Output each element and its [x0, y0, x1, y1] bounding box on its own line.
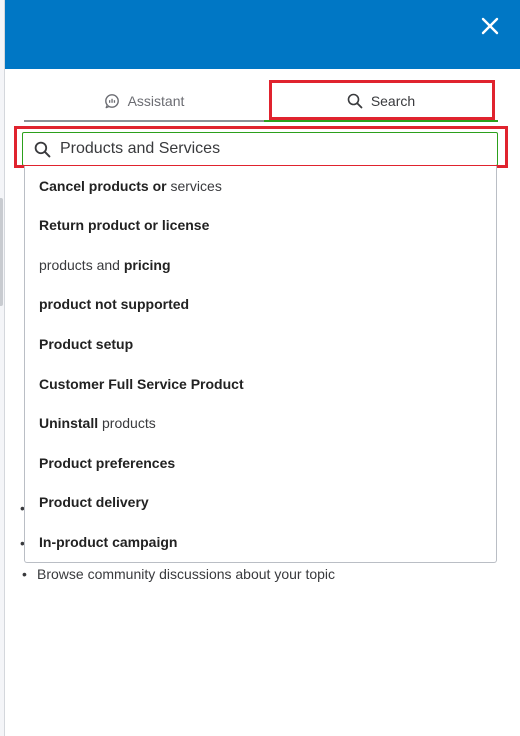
community-tip-text: Browse community discussions about your … — [37, 566, 336, 582]
close-icon — [481, 17, 499, 35]
tab-bar: Assistant Search — [24, 82, 502, 122]
suggestion-item[interactable]: products and pricing — [39, 254, 479, 276]
search-field[interactable] — [22, 132, 498, 166]
suggestion-item[interactable]: Customer Full Service Product — [39, 373, 479, 395]
search-input[interactable] — [60, 140, 480, 158]
scroll-indicator — [0, 198, 3, 306]
community-tip: • Browse community discussions about your… — [22, 565, 335, 583]
help-panel: Assistant Search • • •Browse community d… — [0, 0, 520, 736]
search-icon — [347, 93, 363, 109]
suggestion-item[interactable]: Product preferences — [39, 452, 479, 474]
chat-bubble-icon — [104, 93, 120, 109]
suggestion-item[interactable]: Return product or license — [39, 214, 479, 236]
suggestion-item[interactable]: Uninstall products — [39, 412, 479, 434]
suggestion-item[interactable]: product not supported — [39, 293, 479, 315]
tab-search-label: Search — [370, 93, 416, 109]
suggestions-dropdown: Cancel products or services Return produ… — [24, 166, 497, 563]
suggestion-item[interactable]: Product setup — [39, 333, 479, 355]
left-edge-strip — [0, 0, 5, 736]
panel-header — [5, 0, 520, 69]
suggestion-item[interactable]: In-product campaign — [39, 531, 479, 553]
close-button[interactable] — [477, 13, 503, 39]
tab-assistant-label: Assistant — [127, 93, 185, 109]
tab-search[interactable]: Search — [264, 82, 498, 122]
search-icon — [34, 141, 51, 158]
suggestion-item[interactable]: Product delivery — [39, 491, 479, 513]
tab-assistant[interactable]: Assistant — [24, 82, 264, 122]
suggestion-item[interactable]: Cancel products or services — [39, 175, 479, 197]
bullet: • — [22, 566, 27, 582]
